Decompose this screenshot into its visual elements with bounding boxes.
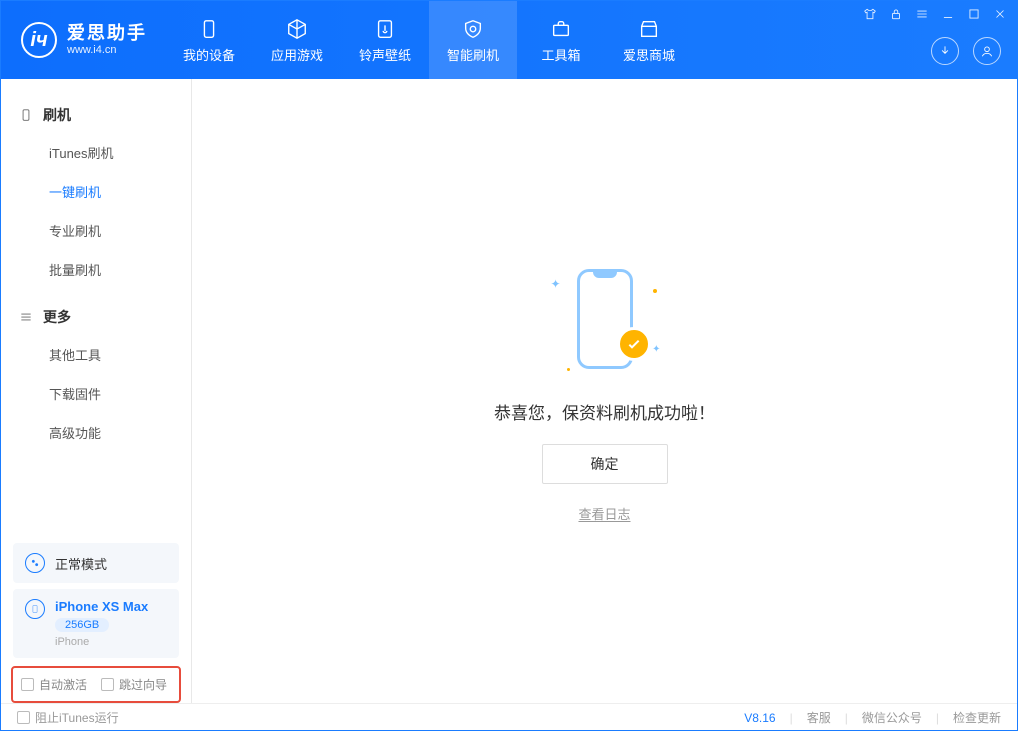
sparkle-icon: ✦ bbox=[652, 344, 660, 355]
phone-device-icon bbox=[25, 599, 45, 619]
minimize-icon[interactable] bbox=[941, 7, 955, 21]
device-capacity: 256GB bbox=[55, 618, 109, 632]
tab-ringtones-wallpapers[interactable]: 铃声壁纸 bbox=[341, 1, 429, 79]
window-controls bbox=[863, 7, 1007, 21]
mode-label: 正常模式 bbox=[55, 554, 107, 573]
highlighted-options: 自动激活 跳过向导 bbox=[11, 666, 181, 703]
cube-icon bbox=[285, 17, 309, 41]
sparkle-icon: ✦ bbox=[551, 277, 561, 291]
checkbox-icon bbox=[17, 711, 30, 724]
device-icon bbox=[197, 17, 221, 41]
logo-icon: iч bbox=[21, 22, 57, 58]
tab-apps-games[interactable]: 应用游戏 bbox=[253, 1, 341, 79]
dot-icon bbox=[567, 368, 570, 371]
sidebar-item-pro-flash[interactable]: 专业刷机 bbox=[1, 211, 191, 250]
device-name: iPhone XS Max bbox=[55, 599, 148, 614]
check-update-link[interactable]: 检查更新 bbox=[953, 709, 1001, 726]
success-illustration: ✦ ✦ bbox=[545, 259, 665, 379]
sidebar-section-flash: 刷机 bbox=[1, 97, 191, 133]
header-actions bbox=[931, 37, 1001, 65]
maximize-icon[interactable] bbox=[967, 7, 981, 21]
menu-icon[interactable] bbox=[915, 7, 929, 21]
version-label: V8.16 bbox=[744, 711, 775, 725]
tab-my-device[interactable]: 我的设备 bbox=[165, 1, 253, 79]
refresh-shield-icon bbox=[461, 17, 485, 41]
checkbox-label: 阻止iTunes运行 bbox=[35, 709, 119, 726]
tab-store[interactable]: 爱思商城 bbox=[605, 1, 693, 79]
sidebar-item-download-firmware[interactable]: 下载固件 bbox=[1, 374, 191, 413]
lock-icon[interactable] bbox=[889, 7, 903, 21]
support-link[interactable]: 客服 bbox=[807, 709, 831, 726]
dot-icon bbox=[653, 289, 657, 293]
device-mode-box[interactable]: 正常模式 bbox=[13, 543, 179, 583]
app-subtitle: www.i4.cn bbox=[67, 44, 147, 56]
ok-button[interactable]: 确定 bbox=[542, 444, 668, 484]
skip-guide-checkbox[interactable]: 跳过向导 bbox=[101, 676, 167, 693]
device-type: iPhone bbox=[55, 636, 148, 648]
close-icon[interactable] bbox=[993, 7, 1007, 21]
wechat-link[interactable]: 微信公众号 bbox=[862, 709, 922, 726]
list-icon bbox=[19, 310, 33, 324]
sidebar-item-oneclick-flash[interactable]: 一键刷机 bbox=[1, 172, 191, 211]
sidebar: 刷机 iTunes刷机 一键刷机 专业刷机 批量刷机 更多 其他工具 下载固件 … bbox=[1, 79, 192, 703]
sidebar-section-more: 更多 bbox=[1, 299, 191, 335]
tab-label: 应用游戏 bbox=[271, 45, 323, 64]
mode-icon bbox=[25, 553, 45, 573]
view-log-link[interactable]: 查看日志 bbox=[578, 504, 630, 523]
block-itunes-checkbox[interactable]: 阻止iTunes运行 bbox=[17, 709, 119, 726]
sidebar-item-batch-flash[interactable]: 批量刷机 bbox=[1, 250, 191, 289]
tab-label: 智能刷机 bbox=[447, 45, 499, 64]
checkbox-label: 跳过向导 bbox=[119, 676, 167, 693]
tab-label: 工具箱 bbox=[541, 45, 580, 64]
status-bar: 阻止iTunes运行 V8.16 | 客服 | 微信公众号 | 检查更新 bbox=[1, 703, 1017, 731]
section-title: 刷机 bbox=[43, 105, 71, 125]
checkbox-label: 自动激活 bbox=[39, 676, 87, 693]
main-nav: 我的设备 应用游戏 铃声壁纸 智能刷机 工具箱 爱思商城 bbox=[165, 1, 693, 79]
main-content: ✦ ✦ 恭喜您，保资料刷机成功啦！ 确定 查看日志 bbox=[192, 79, 1017, 703]
phone-icon bbox=[19, 108, 33, 122]
success-check-icon bbox=[617, 327, 651, 361]
sidebar-item-itunes-flash[interactable]: iTunes刷机 bbox=[1, 133, 191, 172]
briefcase-icon bbox=[549, 17, 573, 41]
success-message: 恭喜您，保资料刷机成功啦！ bbox=[494, 399, 715, 424]
tshirt-icon[interactable] bbox=[863, 7, 877, 21]
sidebar-item-advanced[interactable]: 高级功能 bbox=[1, 413, 191, 452]
tab-label: 我的设备 bbox=[183, 45, 235, 64]
device-info-box[interactable]: iPhone XS Max 256GB iPhone bbox=[13, 589, 179, 658]
tab-label: 爱思商城 bbox=[623, 45, 675, 64]
section-title: 更多 bbox=[43, 307, 71, 327]
checkbox-icon bbox=[21, 678, 34, 691]
auto-activate-checkbox[interactable]: 自动激活 bbox=[21, 676, 87, 693]
logo[interactable]: iч 爱思助手 www.i4.cn bbox=[1, 22, 165, 58]
checkbox-icon bbox=[101, 678, 114, 691]
tab-label: 铃声壁纸 bbox=[359, 45, 411, 64]
music-file-icon bbox=[373, 17, 397, 41]
download-button[interactable] bbox=[931, 37, 959, 65]
app-title: 爱思助手 bbox=[67, 24, 147, 44]
account-button[interactable] bbox=[973, 37, 1001, 65]
tab-toolbox[interactable]: 工具箱 bbox=[517, 1, 605, 79]
app-header: iч 爱思助手 www.i4.cn 我的设备 应用游戏 铃声壁纸 智能刷机 工具… bbox=[1, 1, 1017, 79]
tab-smart-flash[interactable]: 智能刷机 bbox=[429, 1, 517, 79]
sidebar-item-other-tools[interactable]: 其他工具 bbox=[1, 335, 191, 374]
shop-icon bbox=[637, 17, 661, 41]
